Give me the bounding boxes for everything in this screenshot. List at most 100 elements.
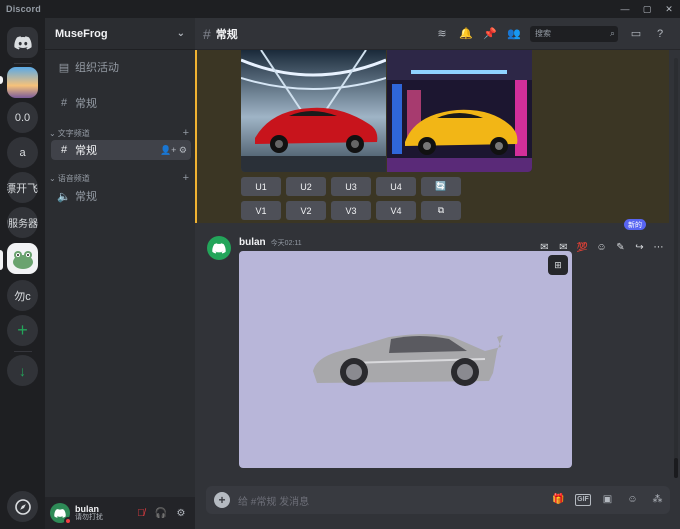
refresh-icon: 🔄: [435, 181, 447, 191]
user-status: 请勿打扰: [75, 514, 103, 522]
sticker-icon[interactable]: ▣: [595, 494, 620, 506]
title-bar: Discord — ▢ ✕: [0, 0, 680, 18]
more-icon[interactable]: ⋯: [649, 242, 668, 253]
selected-server-indicator: [0, 250, 3, 270]
chevron-down-icon: ⌄: [49, 173, 56, 183]
envelope-icon[interactable]: ✉: [535, 242, 554, 253]
gif-icon[interactable]: GIF: [575, 494, 591, 506]
minimize-button[interactable]: —: [614, 4, 636, 15]
image-actions-button[interactable]: ⊞: [548, 255, 568, 275]
message-hover-toolbar: ✉ ✉ 💯 ☺ ✎ ↪ ⋯: [535, 242, 668, 253]
variation-1-button[interactable]: V1: [241, 201, 281, 220]
user-controls: 🎙̸ 🎧 ⚙: [131, 508, 191, 519]
emoji-icon[interactable]: ☺: [620, 494, 645, 506]
variation-4-button[interactable]: V4: [376, 201, 416, 220]
channel-general-voice[interactable]: 🔈 常规: [51, 186, 191, 206]
server-0-0[interactable]: 0.0: [7, 102, 38, 133]
envelope-icon[interactable]: ✉: [554, 242, 573, 253]
add-reaction-icon[interactable]: ☺: [592, 242, 611, 253]
bell-icon[interactable]: 🔔: [454, 27, 478, 40]
headphones-icon[interactable]: 🎧: [151, 508, 171, 519]
channel-general-text[interactable]: # 常规 👤+ ⚙: [51, 140, 191, 160]
grid-plus-icon: ⊞: [554, 259, 562, 270]
upscale-1-button[interactable]: U1: [241, 177, 281, 196]
server-separator: [14, 63, 32, 64]
variation-2-button[interactable]: V2: [286, 201, 326, 220]
download-apps-button[interactable]: ↓: [7, 355, 38, 386]
attached-image[interactable]: ⊞: [239, 251, 572, 468]
direct-messages-button[interactable]: [7, 27, 38, 58]
add-server-button[interactable]: +: [7, 315, 38, 346]
silver-sportscar-image: [313, 334, 503, 386]
apps-icon[interactable]: ⁂: [645, 494, 670, 506]
category-voice[interactable]: ⌄ 语音频道 +: [49, 172, 189, 184]
gear-icon[interactable]: ⚙: [171, 508, 191, 519]
upscale-3-button[interactable]: U3: [331, 177, 371, 196]
download-icon: ↓: [19, 362, 26, 379]
add-channel-icon[interactable]: +: [183, 127, 189, 139]
server-landscape[interactable]: [7, 67, 38, 98]
user-info[interactable]: bulan 请勿打扰: [75, 503, 103, 522]
frog-avatar-icon: [12, 250, 33, 269]
forward-icon[interactable]: ↪: [630, 242, 649, 253]
invite-icon[interactable]: 👤+: [160, 145, 176, 155]
inbox-icon[interactable]: ▭: [624, 27, 648, 40]
message-header: bulan 今天02:11: [239, 237, 302, 248]
scrollbar-track[interactable]: [674, 58, 678, 478]
chevron-down-icon: ⌄: [49, 128, 56, 138]
mic-muted-icon[interactable]: 🎙̸: [131, 508, 151, 519]
add-channel-icon[interactable]: +: [183, 172, 189, 184]
server-fuwuqi[interactable]: 的服务器: [7, 207, 38, 238]
members-icon[interactable]: 👥: [502, 27, 526, 40]
generated-image-yellow-car[interactable]: [387, 50, 532, 172]
discord-logo-icon: [54, 508, 66, 518]
server-wuc[interactable]: 勿c: [7, 280, 38, 311]
author-name[interactable]: bulan: [239, 237, 266, 248]
avatar[interactable]: [207, 236, 231, 260]
web-link-button[interactable]: ⧉: [421, 201, 461, 220]
server-a[interactable]: a: [7, 137, 38, 168]
help-icon[interactable]: ?: [648, 28, 672, 40]
new-messages-badge: 新的: [624, 219, 646, 230]
generated-image-red-car[interactable]: [241, 50, 386, 172]
category-text[interactable]: ⌄ 文字频道 +: [49, 127, 189, 139]
server-header[interactable]: MuseFrog ⌄: [45, 18, 195, 50]
server-piao[interactable]: 漂开飞: [7, 172, 38, 203]
maximize-button[interactable]: ▢: [636, 4, 658, 15]
threads-icon[interactable]: ≋: [430, 27, 454, 40]
app-name: Discord: [6, 4, 41, 14]
search-icon: ⌕: [609, 28, 615, 38]
upscale-4-button[interactable]: U4: [376, 177, 416, 196]
upscale-button-row: U1 U2 U3 U4 🔄: [241, 177, 466, 196]
avatar[interactable]: [50, 503, 72, 525]
message-input[interactable]: 给 #常规 发消息: [238, 493, 309, 508]
server-separator: [14, 351, 32, 352]
channel-general-top[interactable]: # 常规: [51, 93, 191, 113]
gear-icon[interactable]: ⚙: [179, 145, 187, 155]
search-input[interactable]: 搜索 ⌕: [530, 25, 618, 42]
hash-icon: #: [203, 25, 211, 42]
server-list: 0.0 a 漂开飞 的服务器 勿c + ↓: [0, 18, 45, 529]
yellow-supercar-image: [387, 50, 532, 172]
explore-servers-button[interactable]: [7, 491, 38, 522]
calendar-icon: ▤: [58, 61, 70, 74]
close-button[interactable]: ✕: [658, 4, 680, 15]
reroll-button[interactable]: 🔄: [421, 177, 461, 196]
channel-title: 常规: [215, 28, 238, 41]
events-link[interactable]: ▤ 组织活动: [51, 57, 191, 77]
gift-icon[interactable]: 🎁: [546, 494, 571, 506]
username: bulan: [75, 503, 99, 514]
scrollbar-thumb[interactable]: [674, 458, 678, 478]
window-controls: — ▢ ✕: [614, 4, 680, 15]
variation-button-row: V1 V2 V3 V4 ⧉: [241, 201, 466, 220]
add-attachment-icon[interactable]: +: [214, 492, 230, 508]
message: bulan 今天02:11 ⊞: [195, 232, 669, 482]
server-musefrog[interactable]: [7, 243, 38, 274]
edit-icon[interactable]: ✎: [611, 242, 630, 253]
hash-icon: #: [60, 144, 68, 156]
variation-3-button[interactable]: V3: [331, 201, 371, 220]
pin-icon[interactable]: 📌: [478, 27, 502, 40]
hundred-reaction-icon[interactable]: 💯: [573, 242, 592, 253]
discord-logo-icon: [13, 35, 32, 49]
upscale-2-button[interactable]: U2: [286, 177, 326, 196]
